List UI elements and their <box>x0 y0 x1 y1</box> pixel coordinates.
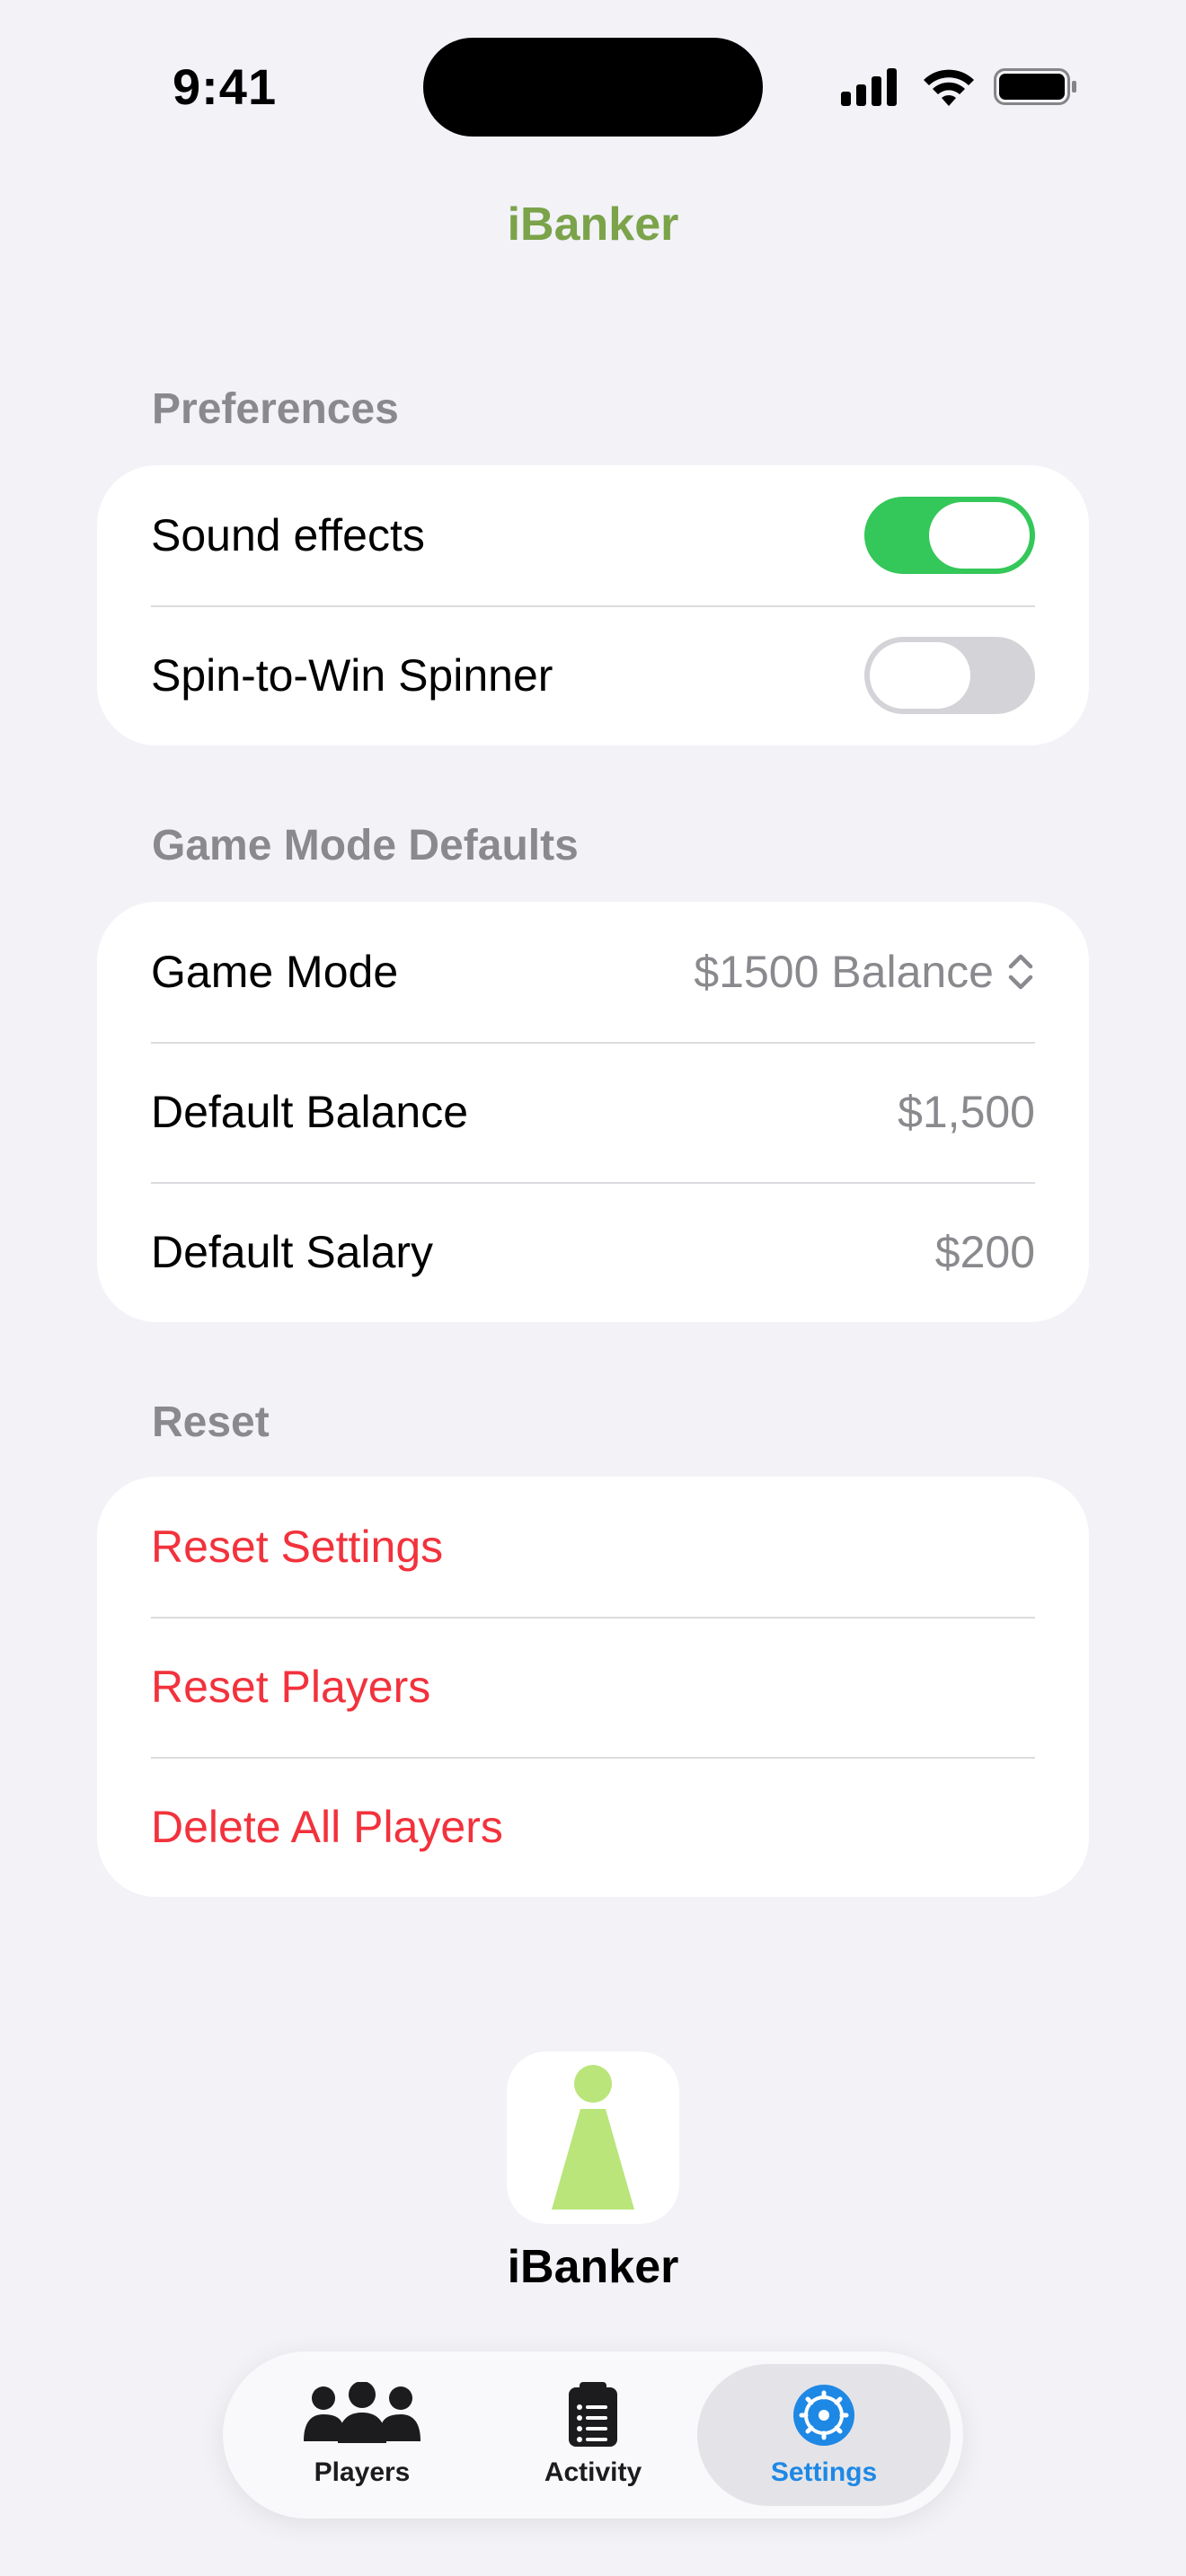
spinner-label: Spin-to-Win Spinner <box>151 650 553 701</box>
default-balance-value[interactable]: $1,500 <box>898 1086 1035 1138</box>
sound-effects-toggle[interactable] <box>864 497 1035 574</box>
section-header-game-mode-defaults: Game Mode Defaults <box>152 822 579 869</box>
reset-card: Reset Settings Reset Players Delete All … <box>97 1477 1089 1897</box>
default-balance-label: Default Balance <box>151 1087 469 1137</box>
default-salary-row[interactable]: Default Salary $200 <box>97 1182 1089 1322</box>
toggle-knob <box>870 642 970 709</box>
game-mode-row[interactable]: Game Mode $1500 Balance <box>97 902 1089 1042</box>
reset-players-button[interactable]: Reset Players <box>97 1617 1089 1757</box>
game-mode-value: $1500 Balance <box>694 947 994 997</box>
cellular-signal-icon <box>841 68 897 106</box>
pawn-icon <box>552 2065 634 2210</box>
sound-effects-row: Sound effects <box>97 465 1089 605</box>
dynamic-island <box>423 38 763 137</box>
nav-title: iBanker <box>507 198 679 251</box>
spinner-row: Spin-to-Win Spinner <box>97 605 1089 745</box>
spinner-toggle[interactable] <box>864 637 1035 714</box>
tab-settings[interactable]: Settings <box>697 2364 951 2506</box>
tab-activity-label: Activity <box>544 2457 642 2487</box>
reset-settings-label: Reset Settings <box>151 1522 444 1572</box>
default-salary-value[interactable]: $200 <box>935 1226 1035 1278</box>
delete-all-players-label: Delete All Players <box>151 1802 503 1852</box>
tab-activity[interactable]: Activity <box>466 2364 720 2506</box>
gear-icon <box>793 2385 854 2446</box>
game-mode-label: Game Mode <box>151 947 399 997</box>
battery-icon <box>994 68 1076 105</box>
default-balance-row[interactable]: Default Balance $1,500 <box>97 1042 1089 1182</box>
tab-bar: Players Activity Settings <box>223 2351 963 2519</box>
reset-players-label: Reset Players <box>151 1662 431 1712</box>
tab-settings-label: Settings <box>770 2457 878 2487</box>
default-salary-label: Default Salary <box>151 1227 434 1277</box>
app-logo <box>507 2051 679 2224</box>
reset-settings-button[interactable]: Reset Settings <box>97 1477 1089 1617</box>
wifi-icon <box>924 69 974 106</box>
delete-all-players-button[interactable]: Delete All Players <box>97 1757 1089 1897</box>
tab-players[interactable]: Players <box>235 2364 489 2506</box>
game-mode-defaults-card: Game Mode $1500 Balance Default Balance … <box>97 902 1089 1322</box>
section-header-reset: Reset <box>152 1398 270 1446</box>
section-header-preferences: Preferences <box>152 385 399 433</box>
status-time: 9:41 <box>173 58 278 115</box>
status-icons <box>841 68 1076 106</box>
tab-players-label: Players <box>314 2457 411 2487</box>
people-icon <box>304 2382 420 2443</box>
sound-effects-label: Sound effects <box>151 510 425 560</box>
preferences-card: Sound effects Spin-to-Win Spinner <box>97 465 1089 745</box>
chevron-up-down-icon <box>1008 954 1033 990</box>
toggle-knob <box>929 502 1030 569</box>
app-name: iBanker <box>507 2241 679 2293</box>
clipboard-icon <box>569 2382 617 2447</box>
